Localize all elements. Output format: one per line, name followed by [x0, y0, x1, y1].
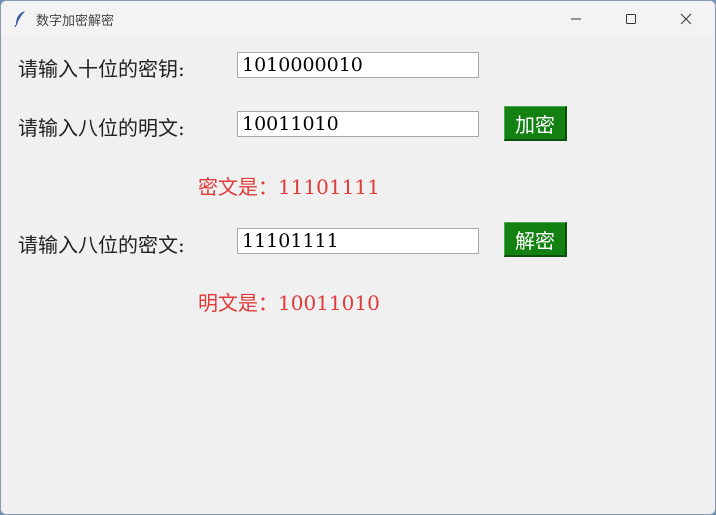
plaintext-input[interactable] — [237, 111, 479, 137]
maximize-button[interactable] — [608, 1, 654, 37]
decrypt-button[interactable]: 解密 — [504, 222, 567, 257]
feather-icon — [14, 11, 25, 28]
ciphertext-input[interactable] — [237, 228, 479, 254]
close-icon — [680, 13, 692, 25]
encrypt-button[interactable]: 加密 — [504, 106, 567, 141]
key-input[interactable] — [237, 52, 479, 78]
close-button[interactable] — [663, 1, 709, 37]
minimize-icon — [571, 18, 581, 20]
window-title: 数字加密解密 — [36, 14, 115, 29]
minimize-button[interactable] — [553, 1, 599, 37]
app-window: 数字加密解密 请输入十位的密钥: 请输入八位的明文: 加密 密文是：111011… — [0, 0, 716, 515]
title-bar[interactable]: 数字加密解密 — [1, 1, 715, 37]
maximize-icon — [626, 14, 636, 24]
plaintext-result: 明文是：10011010 — [198, 291, 380, 315]
ciphertext-label: 请输入八位的密文: — [18, 233, 185, 257]
key-label: 请输入十位的密钥: — [18, 57, 185, 81]
plaintext-label: 请输入八位的明文: — [18, 116, 185, 140]
ciphertext-result: 密文是：11101111 — [198, 175, 380, 199]
